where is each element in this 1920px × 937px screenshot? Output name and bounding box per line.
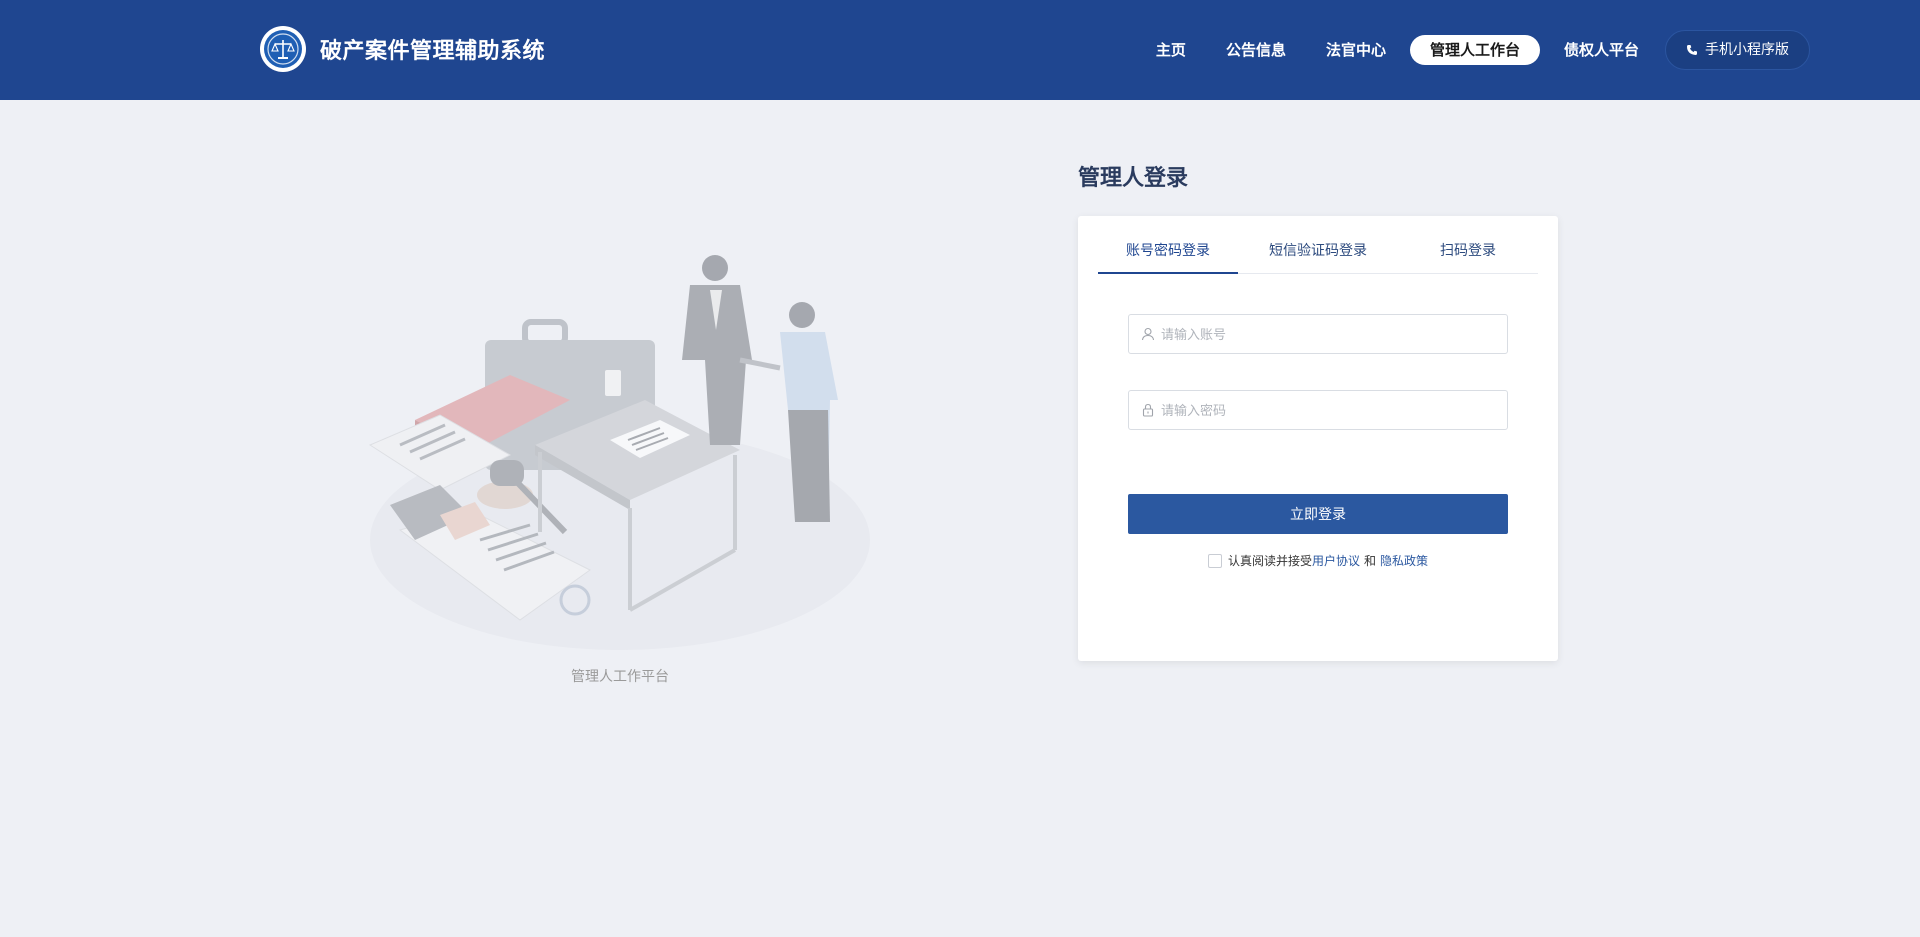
agreement-checkbox[interactable] [1208, 553, 1222, 568]
tab-sms-login[interactable]: 短信验证码登录 [1238, 242, 1398, 274]
login-title: 管理人登录 [1078, 166, 1189, 191]
login-tabs: 账号密码登录 短信验证码登录 扫码登录 [1098, 242, 1538, 274]
account-field [1128, 314, 1508, 354]
password-field [1128, 390, 1508, 430]
court-scale-logo-icon [260, 26, 306, 72]
main-nav: 主页 公告信息 法官中心 管理人工作台 债权人平台 手机小程序版 [1132, 30, 1810, 70]
tab-password-login[interactable]: 账号密码登录 [1098, 242, 1238, 274]
agreement-row: 认真阅读并接受 用户协议 和 隐私政策 [1208, 552, 1428, 569]
business-handshake-illustration [360, 240, 880, 660]
illustration-caption: 管理人工作平台 [571, 669, 669, 685]
top-header: 破产案件管理辅助系统 主页 公告信息 法官中心 管理人工作台 债权人平台 手机小… [0, 0, 1920, 100]
app-title: 破产案件管理辅助系统 [320, 39, 546, 64]
agreement-text: 认真阅读并接受 [1228, 554, 1313, 568]
brand[interactable]: 破产案件管理辅助系统 [260, 24, 545, 74]
password-input[interactable] [1161, 402, 1491, 418]
privacy-policy-link[interactable]: 隐私政策 [1380, 552, 1428, 569]
user-icon [1141, 327, 1155, 341]
account-input[interactable] [1161, 326, 1491, 342]
mini-program-button[interactable]: 手机小程序版 [1665, 30, 1810, 70]
user-agreement-link[interactable]: 用户协议 [1312, 552, 1360, 569]
nav-item-creditor-platform[interactable]: 债权人平台 [1548, 35, 1655, 65]
login-submit-button[interactable]: 立即登录 [1128, 494, 1508, 534]
tab-qr-login[interactable]: 扫码登录 [1398, 242, 1538, 274]
nav-item-announcements[interactable]: 公告信息 [1210, 35, 1302, 65]
login-card: 账号密码登录 短信验证码登录 扫码登录 立即登录 认真阅读并接受 用户协议 和 … [1078, 216, 1558, 661]
agreement-and-text: 和 [1364, 554, 1377, 568]
nav-item-administrator-workbench[interactable]: 管理人工作台 [1409, 35, 1540, 65]
nav-item-judge-center[interactable]: 法官中心 [1310, 35, 1402, 65]
lock-icon [1141, 403, 1155, 417]
mini-program-label: 手机小程序版 [1705, 42, 1789, 58]
nav-item-home[interactable]: 主页 [1140, 35, 1202, 65]
phone-icon [1686, 44, 1698, 56]
